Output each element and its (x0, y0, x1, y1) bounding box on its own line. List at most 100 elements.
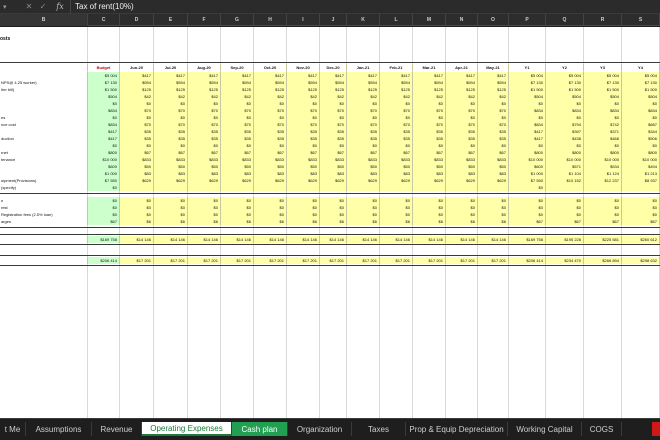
value-cell[interactable]: $67 (320, 149, 347, 156)
value-cell[interactable]: $1 124 (584, 170, 622, 177)
value-cell[interactable]: $266 894 (584, 257, 622, 264)
value-cell[interactable]: $14 146 (380, 236, 413, 243)
value-cell[interactable]: $417 (380, 72, 413, 79)
value-cell[interactable] (254, 184, 287, 191)
value-cell[interactable]: $42 (413, 93, 446, 100)
value-cell[interactable]: $67 (120, 149, 154, 156)
value-cell[interactable]: $42 (287, 93, 320, 100)
row-label[interactable]: arges (0, 218, 88, 225)
row-label[interactable]: uipment(Provisions) (0, 177, 88, 184)
column-label[interactable]: Mar-21 (413, 64, 446, 71)
value-cell[interactable] (347, 184, 380, 191)
value-cell[interactable]: $7 130 (584, 79, 622, 86)
value-cell[interactable]: $35 (478, 135, 509, 142)
value-cell[interactable]: $468 (584, 135, 622, 142)
value-cell[interactable]: $17 201 (287, 257, 320, 264)
value-cell[interactable]: $417 (320, 72, 347, 79)
column-label[interactable]: Y2 (546, 64, 584, 71)
value-cell[interactable]: $0 (446, 197, 478, 204)
value-cell[interactable]: $125 (320, 86, 347, 93)
value-cell[interactable]: $125 (446, 86, 478, 93)
value-cell[interactable]: $6 (154, 218, 188, 225)
value-cell[interactable]: $6 (380, 218, 413, 225)
value-cell[interactable]: $417 (120, 72, 154, 79)
value-cell[interactable]: $169 758 (88, 236, 120, 243)
sheet-tab-overflow[interactable] (652, 422, 660, 436)
value-cell[interactable] (478, 184, 509, 191)
value-cell[interactable]: $50 (478, 163, 509, 170)
column-label[interactable]: Feb-21 (380, 64, 413, 71)
column-label[interactable]: Y3 (584, 64, 622, 71)
value-cell[interactable]: $35 (221, 128, 254, 135)
value-cell[interactable]: $571 (546, 163, 584, 170)
value-cell[interactable]: $125 (287, 86, 320, 93)
value-cell[interactable]: $629 (413, 177, 446, 184)
value-cell[interactable]: $67 (380, 149, 413, 156)
value-cell[interactable]: $50 (120, 163, 154, 170)
value-cell[interactable]: $50 (347, 163, 380, 170)
row-label[interactable] (0, 128, 88, 135)
value-cell[interactable]: $42 (221, 93, 254, 100)
value-cell[interactable]: $50 (287, 163, 320, 170)
row-label[interactable]: nce cost (0, 121, 88, 128)
value-cell[interactable]: $35 (446, 135, 478, 142)
value-cell[interactable]: $83 (254, 170, 287, 177)
value-cell[interactable]: $833 (154, 156, 188, 163)
value-cell[interactable]: $0 (88, 204, 120, 211)
value-cell[interactable]: $504 (546, 93, 584, 100)
value-cell[interactable]: $70 (221, 107, 254, 114)
value-cell[interactable]: $0 (320, 211, 347, 218)
value-cell[interactable]: $10 000 (622, 156, 660, 163)
value-cell[interactable]: $35 (188, 135, 221, 142)
value-cell[interactable]: $0 (221, 211, 254, 218)
value-cell[interactable]: $1 500 (88, 86, 120, 93)
value-cell[interactable]: $0 (254, 114, 287, 121)
value-cell[interactable]: $0 (509, 204, 546, 211)
column-header-g[interactable]: G (221, 14, 254, 26)
sheet-tab-cogs[interactable]: COGS (582, 422, 622, 436)
value-cell[interactable]: $17 201 (478, 257, 509, 264)
value-cell[interactable]: $6 (120, 218, 154, 225)
value-cell[interactable]: $35 (347, 135, 380, 142)
value-cell[interactable]: $794 (546, 121, 584, 128)
value-cell[interactable]: $50 (221, 163, 254, 170)
value-cell[interactable]: $35 (254, 128, 287, 135)
value-cell[interactable]: $0 (509, 114, 546, 121)
value-cell[interactable]: $42 (446, 93, 478, 100)
value-cell[interactable]: $0 (413, 197, 446, 204)
sheet-tab-operating-expenses[interactable]: Operating Expenses (142, 422, 232, 436)
value-cell[interactable]: $0 (546, 114, 584, 121)
value-cell[interactable]: $10 000 (584, 156, 622, 163)
value-cell[interactable]: $0 (546, 142, 584, 149)
value-cell[interactable]: $0 (546, 204, 584, 211)
value-cell[interactable]: $833 (120, 156, 154, 163)
value-cell[interactable]: $0 (446, 211, 478, 218)
value-cell[interactable]: $594 (380, 79, 413, 86)
value-cell[interactable]: $14 146 (254, 236, 287, 243)
value-cell[interactable]: $70 (154, 121, 188, 128)
value-cell[interactable]: $35 (413, 128, 446, 135)
value-cell[interactable]: $50 (154, 163, 188, 170)
value-cell[interactable]: $14 146 (320, 236, 347, 243)
value-cell[interactable]: $70 (320, 121, 347, 128)
value-cell[interactable]: $35 (154, 135, 188, 142)
value-cell[interactable]: $14 146 (347, 236, 380, 243)
value-cell[interactable]: $0 (221, 197, 254, 204)
sheet-tab-prop-equip-depreciation[interactable]: Prop & Equip Depreciation (406, 422, 508, 436)
column-header-q[interactable]: Q (546, 14, 584, 26)
row-label[interactable] (0, 170, 88, 177)
value-cell[interactable]: $0 (509, 184, 546, 191)
value-cell[interactable]: $0 (287, 114, 320, 121)
column-header-r[interactable]: R (584, 14, 622, 26)
column-header-o[interactable]: O (478, 14, 509, 26)
column-header-l[interactable]: L (380, 14, 413, 26)
column-label[interactable]: Jun-20 (120, 64, 154, 71)
cancel-icon[interactable]: ✕ (22, 2, 36, 11)
value-cell[interactable]: $67 (188, 149, 221, 156)
value-cell[interactable]: $70 (254, 107, 287, 114)
value-cell[interactable]: $1 500 (622, 86, 660, 93)
value-cell[interactable]: $629 (320, 177, 347, 184)
value-cell[interactable]: $629 (287, 177, 320, 184)
value-cell[interactable]: $206 414 (88, 257, 120, 264)
value-cell[interactable]: $35 (320, 128, 347, 135)
